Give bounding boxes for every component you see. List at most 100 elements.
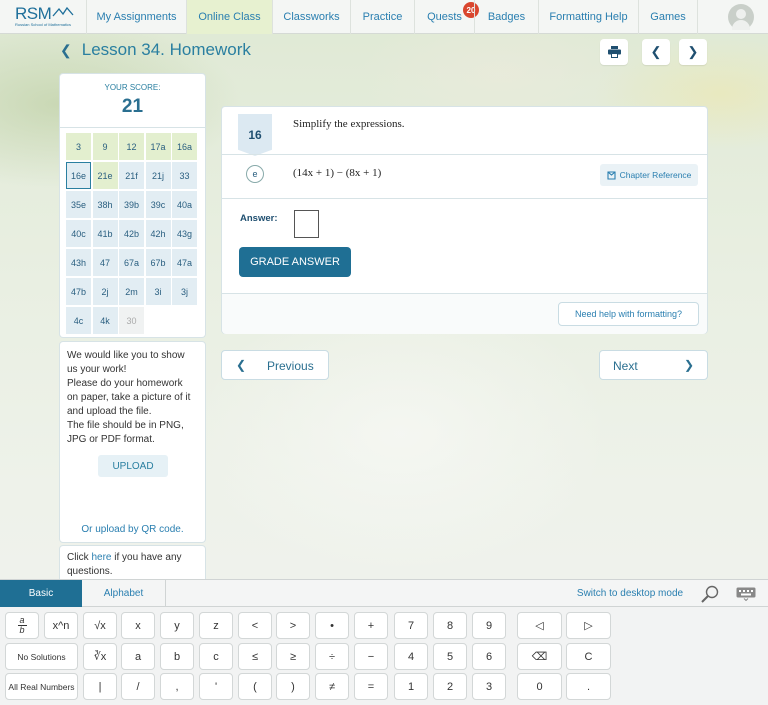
problem-cell[interactable]: 67b <box>145 249 171 276</box>
keyboard-key[interactable]: 5 <box>433 643 467 670</box>
keyboard-key[interactable]: > <box>276 612 310 639</box>
problem-cell[interactable]: 42b <box>119 220 144 247</box>
keyboard-key[interactable]: y <box>160 612 194 639</box>
keyboard-key[interactable]: 3 <box>472 673 506 700</box>
problem-cell[interactable]: 47b <box>66 278 91 305</box>
switch-desktop-mode[interactable]: Switch to desktop mode <box>570 580 690 607</box>
keyboard-key[interactable]: 2 <box>433 673 467 700</box>
keyboard-key[interactable]: No Solutions <box>5 643 78 670</box>
keyboard-key[interactable]: ÷ <box>315 643 349 670</box>
print-button[interactable] <box>600 39 628 65</box>
keyboard-key[interactable]: ▷ <box>566 612 611 639</box>
problem-cell[interactable]: 21j <box>145 162 171 189</box>
problem-cell[interactable]: 47 <box>92 249 118 276</box>
problem-cell[interactable]: 41b <box>92 220 118 247</box>
problem-cell[interactable]: 16e <box>66 162 91 189</box>
keyboard-key[interactable]: b <box>160 643 194 670</box>
problem-cell[interactable]: 42h <box>145 220 171 247</box>
problem-cell[interactable]: 2m <box>119 278 144 305</box>
problem-cell[interactable]: 39c <box>145 191 171 218</box>
keyboard-key[interactable]: , <box>160 673 194 700</box>
keyboard-key[interactable]: x^n <box>44 612 78 639</box>
nav-formatting-help[interactable]: Formatting Help <box>538 0 638 34</box>
nav-classworks[interactable]: Classworks <box>272 0 350 34</box>
keyboard-key[interactable]: 9 <box>472 612 506 639</box>
problem-cell[interactable]: 3 <box>66 133 91 160</box>
nav-quests[interactable]: Quests 20 <box>414 0 479 34</box>
problem-cell[interactable]: 16a <box>172 133 197 160</box>
keyboard-key[interactable]: 0 <box>517 673 562 700</box>
next-button[interactable]: Next ❯ <box>599 350 708 380</box>
back-chevron-icon[interactable]: ❮ <box>60 42 72 59</box>
keyboard-key[interactable]: C <box>566 643 611 670</box>
keyboard-key[interactable]: − <box>354 643 388 670</box>
problem-cell[interactable]: 40a <box>172 191 197 218</box>
nav-practice[interactable]: Practice <box>350 0 414 34</box>
keyboard-key[interactable]: x <box>121 612 155 639</box>
keyboard-key[interactable]: ( <box>238 673 272 700</box>
problem-cell[interactable]: 38h <box>92 191 118 218</box>
keyboard-key[interactable]: < <box>238 612 272 639</box>
keyboard-key[interactable]: a <box>121 643 155 670</box>
problem-cell[interactable]: 12 <box>119 133 144 160</box>
keyboard-key[interactable]: ' <box>199 673 233 700</box>
keyboard-key[interactable]: ∛x <box>83 643 117 670</box>
previous-button[interactable]: ❮ Previous <box>221 350 329 380</box>
problem-cell[interactable]: 4c <box>66 307 91 334</box>
upload-button[interactable]: UPLOAD <box>98 455 168 477</box>
problem-cell[interactable]: 67a <box>119 249 144 276</box>
problem-cell[interactable]: 3j <box>172 278 197 305</box>
problem-cell[interactable]: 35e <box>66 191 91 218</box>
keyboard-key[interactable]: • <box>315 612 349 639</box>
keyboard-icon[interactable] <box>736 587 756 601</box>
tab-basic[interactable]: Basic <box>0 580 82 607</box>
grade-answer-button[interactable]: GRADE ANSWER <box>239 247 351 277</box>
keyboard-key[interactable]: 6 <box>472 643 506 670</box>
chapter-reference-button[interactable]: Chapter Reference <box>600 164 698 186</box>
nav-online-class[interactable]: Online Class <box>186 0 272 34</box>
keyboard-key[interactable]: √x <box>83 612 117 639</box>
problem-cell[interactable]: 33 <box>172 162 197 189</box>
nav-games[interactable]: Games <box>638 0 698 34</box>
problem-cell[interactable]: 43g <box>172 220 197 247</box>
formatting-help-button[interactable]: Need help with formatting? <box>558 302 699 326</box>
keyboard-key[interactable]: ◁ <box>517 612 562 639</box>
keyboard-key[interactable]: ≠ <box>315 673 349 700</box>
keyboard-key[interactable]: ≤ <box>238 643 272 670</box>
answer-input[interactable] <box>294 210 319 238</box>
problem-cell[interactable]: 43h <box>66 249 91 276</box>
keyboard-key[interactable]: | <box>83 673 117 700</box>
problem-cell[interactable]: 21e <box>92 162 118 189</box>
keyboard-key[interactable]: ≥ <box>276 643 310 670</box>
keyboard-key[interactable]: ) <box>276 673 310 700</box>
problem-cell[interactable]: 40c <box>66 220 91 247</box>
problem-cell[interactable]: 3i <box>145 278 171 305</box>
keyboard-key[interactable]: All Real Numbers <box>5 673 78 700</box>
keyboard-key[interactable]: 8 <box>433 612 467 639</box>
problem-cell[interactable]: 30 <box>119 307 144 334</box>
keyboard-key[interactable]: 7 <box>394 612 428 639</box>
user-avatar[interactable] <box>728 4 754 30</box>
keyboard-key[interactable]: 4 <box>394 643 428 670</box>
problem-cell[interactable]: 21f <box>119 162 144 189</box>
next-problem-button[interactable]: ❯ <box>679 39 707 65</box>
problem-cell[interactable]: 2j <box>92 278 118 305</box>
tab-alphabet[interactable]: Alphabet <box>82 580 166 607</box>
keyboard-key[interactable]: = <box>354 673 388 700</box>
problem-cell[interactable]: 9 <box>92 133 118 160</box>
problem-cell[interactable]: 4k <box>92 307 118 334</box>
keyboard-key[interactable]: ⌫ <box>517 643 562 670</box>
nav-my-assignments[interactable]: My Assignments <box>86 0 186 34</box>
problem-cell[interactable]: 17a <box>145 133 171 160</box>
keyboard-key[interactable]: . <box>566 673 611 700</box>
keyboard-key[interactable]: ab <box>5 612 39 639</box>
keyboard-key[interactable]: c <box>199 643 233 670</box>
keyboard-key[interactable]: + <box>354 612 388 639</box>
nav-badges[interactable]: Badges <box>474 0 538 34</box>
magnifier-icon[interactable] <box>700 585 720 603</box>
problem-cell[interactable]: 39b <box>119 191 144 218</box>
prev-problem-button[interactable]: ❮ <box>642 39 670 65</box>
qr-upload-link[interactable]: Or upload by QR code. <box>60 524 205 535</box>
problem-cell[interactable]: 47a <box>172 249 197 276</box>
keyboard-key[interactable]: / <box>121 673 155 700</box>
